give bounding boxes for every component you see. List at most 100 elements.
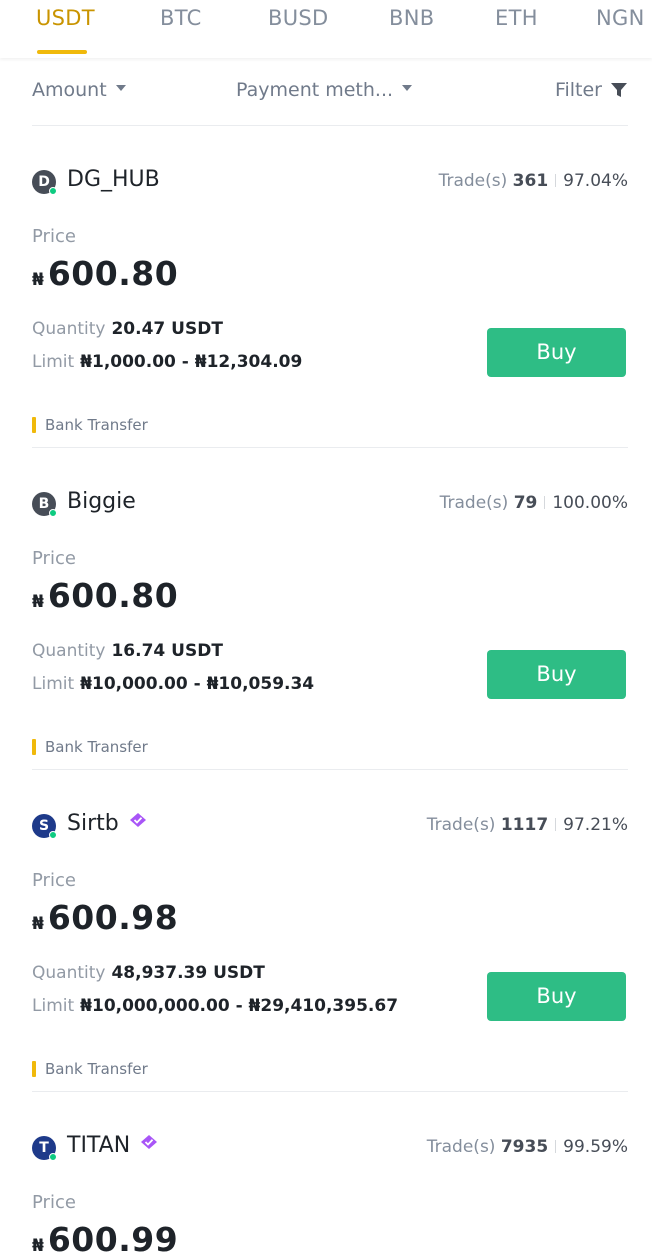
advertiser-name-text: Sirtb (67, 811, 119, 836)
divider (555, 1140, 557, 1153)
payment-method-tag: Bank Transfer (32, 1060, 148, 1078)
avatar[interactable]: D (32, 170, 57, 195)
completion-rate: 100.00% (552, 493, 628, 513)
quantity-label: Quantity (32, 641, 106, 661)
funnel-icon (611, 83, 627, 97)
buy-button[interactable]: Buy (487, 650, 626, 699)
buy-button[interactable]: Buy (487, 972, 626, 1021)
advertiser-name[interactable]: DG_HUB (67, 167, 160, 192)
advertiser-name[interactable]: Sirtb (67, 811, 147, 836)
trades-count: 361 (512, 171, 549, 191)
amount-dropdown[interactable]: Amount (32, 79, 126, 101)
tab-eth[interactable]: ETH (495, 6, 538, 36)
price: ₦ 600.98 (32, 898, 178, 937)
buy-button[interactable]: Buy (487, 328, 626, 377)
tab-usdt[interactable]: USDT (36, 6, 95, 36)
payment-method-tag: Bank Transfer (32, 416, 148, 434)
ad-card: S Sirtb Trade(s) 1117 97.21% Price ₦ 600.9… (32, 770, 628, 1092)
payment-method-text: Bank Transfer (45, 416, 148, 434)
online-dot (49, 187, 57, 195)
naira-symbol: ₦ (32, 1236, 44, 1256)
payment-method-text: Bank Transfer (45, 738, 148, 756)
completion-rate: 99.59% (563, 1137, 628, 1157)
advertiser-stats: Trade(s) 361 97.04% (439, 171, 628, 191)
divider (555, 174, 557, 187)
naira-symbol: ₦ (32, 914, 44, 934)
online-dot (49, 831, 57, 839)
avatar[interactable]: S (32, 814, 57, 839)
divider (555, 818, 557, 831)
price-value: 600.98 (47, 898, 179, 937)
online-dot (49, 1153, 57, 1161)
caret-down-icon (402, 85, 413, 91)
quantity-value: 20.47 USDT (111, 319, 223, 339)
price: ₦ 600.80 (32, 576, 178, 615)
tab-btc[interactable]: BTC (160, 6, 202, 36)
payment-method-tag: Bank Transfer (32, 738, 148, 756)
amount-dropdown-label: Amount (32, 79, 107, 101)
advertiser-stats: Trade(s) 7935 99.59% (427, 1137, 628, 1157)
quantity-row: Quantity 20.47 USDT (32, 319, 223, 339)
quantity-label: Quantity (32, 319, 106, 339)
filter-button[interactable]: Filter (555, 79, 628, 101)
price-label: Price (32, 1192, 76, 1213)
filter-label: Filter (554, 79, 602, 101)
completion-rate: 97.21% (563, 815, 628, 835)
verified-merchant-icon (141, 1135, 158, 1149)
payment-method-text: Bank Transfer (45, 1060, 148, 1078)
limit-value: ₦10,000,000.00 - ₦29,410,395.67 (80, 996, 399, 1016)
trades-count: 79 (513, 493, 538, 513)
limit-value: ₦10,000.00 - ₦10,059.34 (80, 674, 315, 694)
trades-label: Trade(s) (426, 815, 496, 835)
avatar[interactable]: B (32, 492, 57, 517)
caret-down-icon (115, 85, 126, 91)
trades-count: 1117 (500, 815, 549, 835)
trades-label: Trade(s) (439, 493, 509, 513)
trades-label: Trade(s) (438, 171, 508, 191)
tab-ngn[interactable]: NGN (596, 6, 645, 36)
method-bar-icon (32, 417, 36, 433)
price-label: Price (32, 870, 76, 891)
price-value: 600.80 (47, 576, 179, 615)
advertiser-stats: Trade(s) 79 100.00% (440, 493, 628, 513)
price-label: Price (32, 548, 76, 569)
quantity-row: Quantity 48,937.39 USDT (32, 963, 265, 983)
quantity-value: 16.74 USDT (111, 641, 223, 661)
advertiser-name-text: TITAN (67, 1133, 131, 1158)
advertiser-name[interactable]: TITAN (67, 1133, 158, 1158)
naira-symbol: ₦ (32, 270, 44, 290)
divider (544, 496, 546, 509)
quantity-label: Quantity (32, 963, 106, 983)
price-value: 600.99 (47, 1220, 179, 1259)
ad-card: T TITAN Trade(s) 7935 99.59% Price ₦ 600.9… (32, 1092, 628, 1259)
limit-row: Limit ₦10,000.00 - ₦10,059.34 (32, 674, 314, 694)
active-tab-indicator (37, 50, 87, 54)
limit-label: Limit (32, 996, 75, 1016)
advertiser-stats: Trade(s) 1117 97.21% (427, 815, 628, 835)
avatar[interactable]: T (32, 1136, 57, 1161)
ad-card: B Biggie Trade(s) 79 100.00% Price ₦ 600.8… (32, 448, 628, 770)
payment-method-label: Payment meth... (236, 79, 394, 101)
quantity-row: Quantity 16.74 USDT (32, 641, 223, 661)
tab-bnb[interactable]: BNB (389, 6, 434, 36)
limit-row: Limit ₦10,000,000.00 - ₦29,410,395.67 (32, 996, 398, 1016)
method-bar-icon (32, 1061, 36, 1077)
payment-method-dropdown[interactable]: Payment meth... (236, 79, 413, 101)
trades-label: Trade(s) (426, 1137, 496, 1157)
price: ₦ 600.80 (32, 254, 178, 293)
price-label: Price (32, 226, 76, 247)
trades-count: 7935 (500, 1137, 549, 1157)
advertiser-name[interactable]: Biggie (67, 489, 136, 514)
limit-value: ₦1,000.00 - ₦12,304.09 (80, 352, 303, 372)
price: ₦ 600.99 (32, 1220, 178, 1259)
limit-row: Limit ₦1,000.00 - ₦12,304.09 (32, 352, 302, 372)
asset-tabs: USDT BTC BUSD BNB ETH NGN (0, 0, 652, 58)
limit-label: Limit (32, 352, 75, 372)
naira-symbol: ₦ (32, 592, 44, 612)
limit-label: Limit (32, 674, 75, 694)
ad-card: D DG_HUB Trade(s) 361 97.04% Price ₦ 600.8… (32, 126, 628, 448)
online-dot (49, 509, 57, 517)
filter-bar: Amount Payment meth... Filter (32, 62, 628, 126)
tab-busd[interactable]: BUSD (268, 6, 328, 36)
completion-rate: 97.04% (563, 171, 628, 191)
